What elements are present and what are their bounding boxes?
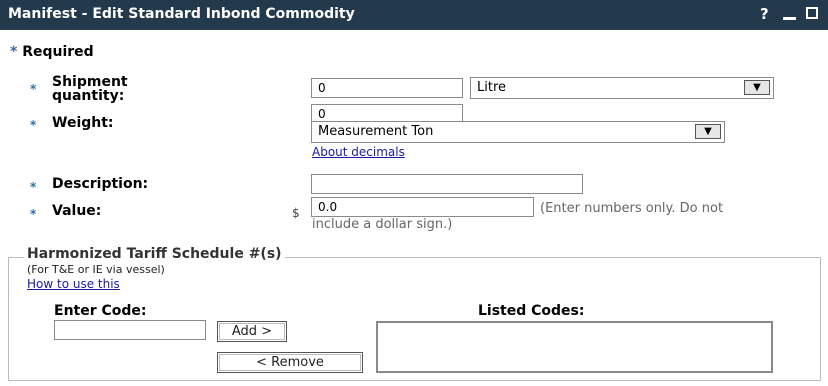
hts-note: (For T&E or IE via vessel) [27,263,165,276]
weight-unit-selected: Measurement Ton [318,124,434,139]
listed-codes-label: Listed Codes: [478,303,585,319]
description-label: Description: [52,176,149,192]
enter-code-label: Enter Code: [54,303,147,319]
weight-required-star: * [30,118,37,132]
value-hint-line1: (Enter numbers only. Do not [540,201,724,216]
shipment-unit-selected: Litre [477,80,507,95]
value-label: Value: [52,203,102,219]
weight-label: Weight: [52,115,114,131]
currency-symbol: $ [292,206,300,220]
chevron-down-icon[interactable]: ▼ [744,80,770,95]
shipment-unit-select[interactable]: Litre ▼ [470,77,774,99]
add-button[interactable]: Add > [217,321,287,342]
shipment-quantity-label-line2: quantity: [52,88,125,104]
value-hint-line2: include a dollar sign.) [312,217,453,232]
value-required-star: * [30,207,37,221]
shipment-quantity-required-star: * [30,82,37,96]
chevron-down-icon[interactable]: ▼ [695,124,721,139]
description-required-star: * [30,180,37,194]
shipment-quantity-label: Shipment quantity: [52,75,128,103]
about-decimals-link[interactable]: About decimals [312,145,405,159]
value-input[interactable] [311,197,534,217]
weight-unit-select[interactable]: Measurement Ton ▼ [311,121,725,143]
required-label: Required [22,44,94,60]
window-title: Manifest - Edit Standard Inbond Commodit… [8,6,355,22]
minimize-icon[interactable] [783,17,796,20]
shipment-quantity-input[interactable] [311,78,463,98]
remove-button[interactable]: < Remove [217,352,363,373]
required-star: * [10,44,18,60]
enter-code-input[interactable] [54,320,206,340]
how-to-use-link[interactable]: How to use this [27,277,120,291]
listed-codes-listbox[interactable] [376,321,773,373]
hts-legend: Harmonized Tariff Schedule #(s) [24,246,285,262]
shipment-quantity-label-line1: Shipment [52,74,128,90]
help-icon[interactable]: ? [760,5,769,23]
maximize-icon[interactable] [806,7,818,19]
required-note: * Required [10,44,94,60]
description-input[interactable] [311,174,583,194]
title-bar: Manifest - Edit Standard Inbond Commodit… [0,0,828,30]
